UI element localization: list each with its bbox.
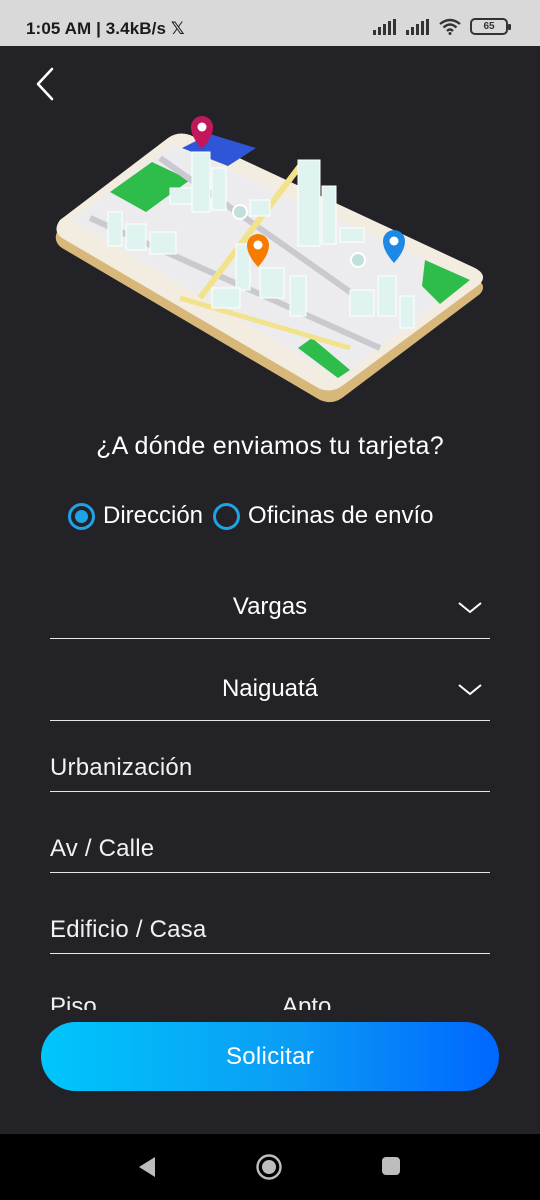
signal-icon bbox=[373, 18, 396, 35]
status-bar: 1:05 AM | 3.4kB/s 𝕏 65 bbox=[0, 0, 540, 46]
building-field[interactable]: Edificio / Casa bbox=[50, 904, 490, 954]
radio-label: Dirección bbox=[103, 502, 204, 529]
radio-selected-icon bbox=[68, 502, 95, 530]
delivery-options: Dirección Oficinas de envío bbox=[68, 502, 433, 530]
floor-apartment-row: Piso Apto bbox=[50, 990, 490, 1010]
status-time-text: 1:05 AM | 3.4kB/s bbox=[26, 19, 166, 38]
home-nav-icon[interactable] bbox=[255, 1153, 283, 1181]
submit-button[interactable]: Solicitar bbox=[41, 1022, 499, 1091]
radio-unselected-icon bbox=[213, 502, 241, 530]
chevron-left-icon bbox=[36, 67, 54, 101]
wifi-icon bbox=[439, 18, 461, 35]
phone-map-svg bbox=[55, 116, 484, 403]
apartment-field[interactable]: Apto bbox=[282, 993, 331, 1010]
status-time: 1:05 AM | 3.4kB/s 𝕏 bbox=[26, 19, 185, 39]
battery-icon: 65 bbox=[470, 18, 511, 35]
radio-direccion[interactable]: Dirección bbox=[68, 502, 203, 530]
urbanization-placeholder: Urbanización bbox=[50, 754, 193, 781]
signal-icon-2 bbox=[406, 18, 429, 35]
system-nav-bar bbox=[0, 1134, 540, 1200]
recents-nav-icon[interactable] bbox=[381, 1156, 401, 1176]
chevron-down-icon bbox=[458, 602, 482, 614]
page-question: ¿A dónde enviamos tu tarjeta? bbox=[96, 432, 444, 460]
building-placeholder: Edificio / Casa bbox=[50, 916, 207, 943]
state-select[interactable]: Vargas bbox=[50, 579, 490, 639]
radio-label: Oficinas de envío bbox=[248, 502, 434, 529]
battery-level: 65 bbox=[483, 21, 495, 32]
state-select-value: Vargas bbox=[232, 593, 308, 620]
street-field[interactable]: Av / Calle bbox=[50, 823, 490, 873]
chevron-down-icon bbox=[458, 684, 482, 696]
status-icons: 65 bbox=[373, 18, 511, 35]
urbanization-field[interactable]: Urbanización bbox=[50, 742, 490, 792]
floor-field[interactable]: Piso bbox=[50, 993, 97, 1010]
phone-map-illustration bbox=[50, 108, 490, 408]
street-placeholder: Av / Calle bbox=[50, 835, 155, 862]
city-select-value: Naiguatá bbox=[221, 675, 319, 702]
back-nav-icon[interactable] bbox=[136, 1155, 158, 1179]
back-button[interactable] bbox=[28, 62, 68, 106]
x-app-icon: 𝕏 bbox=[170, 19, 185, 38]
city-select[interactable]: Naiguatá bbox=[50, 661, 490, 721]
radio-oficinas[interactable]: Oficinas de envío bbox=[213, 502, 433, 530]
